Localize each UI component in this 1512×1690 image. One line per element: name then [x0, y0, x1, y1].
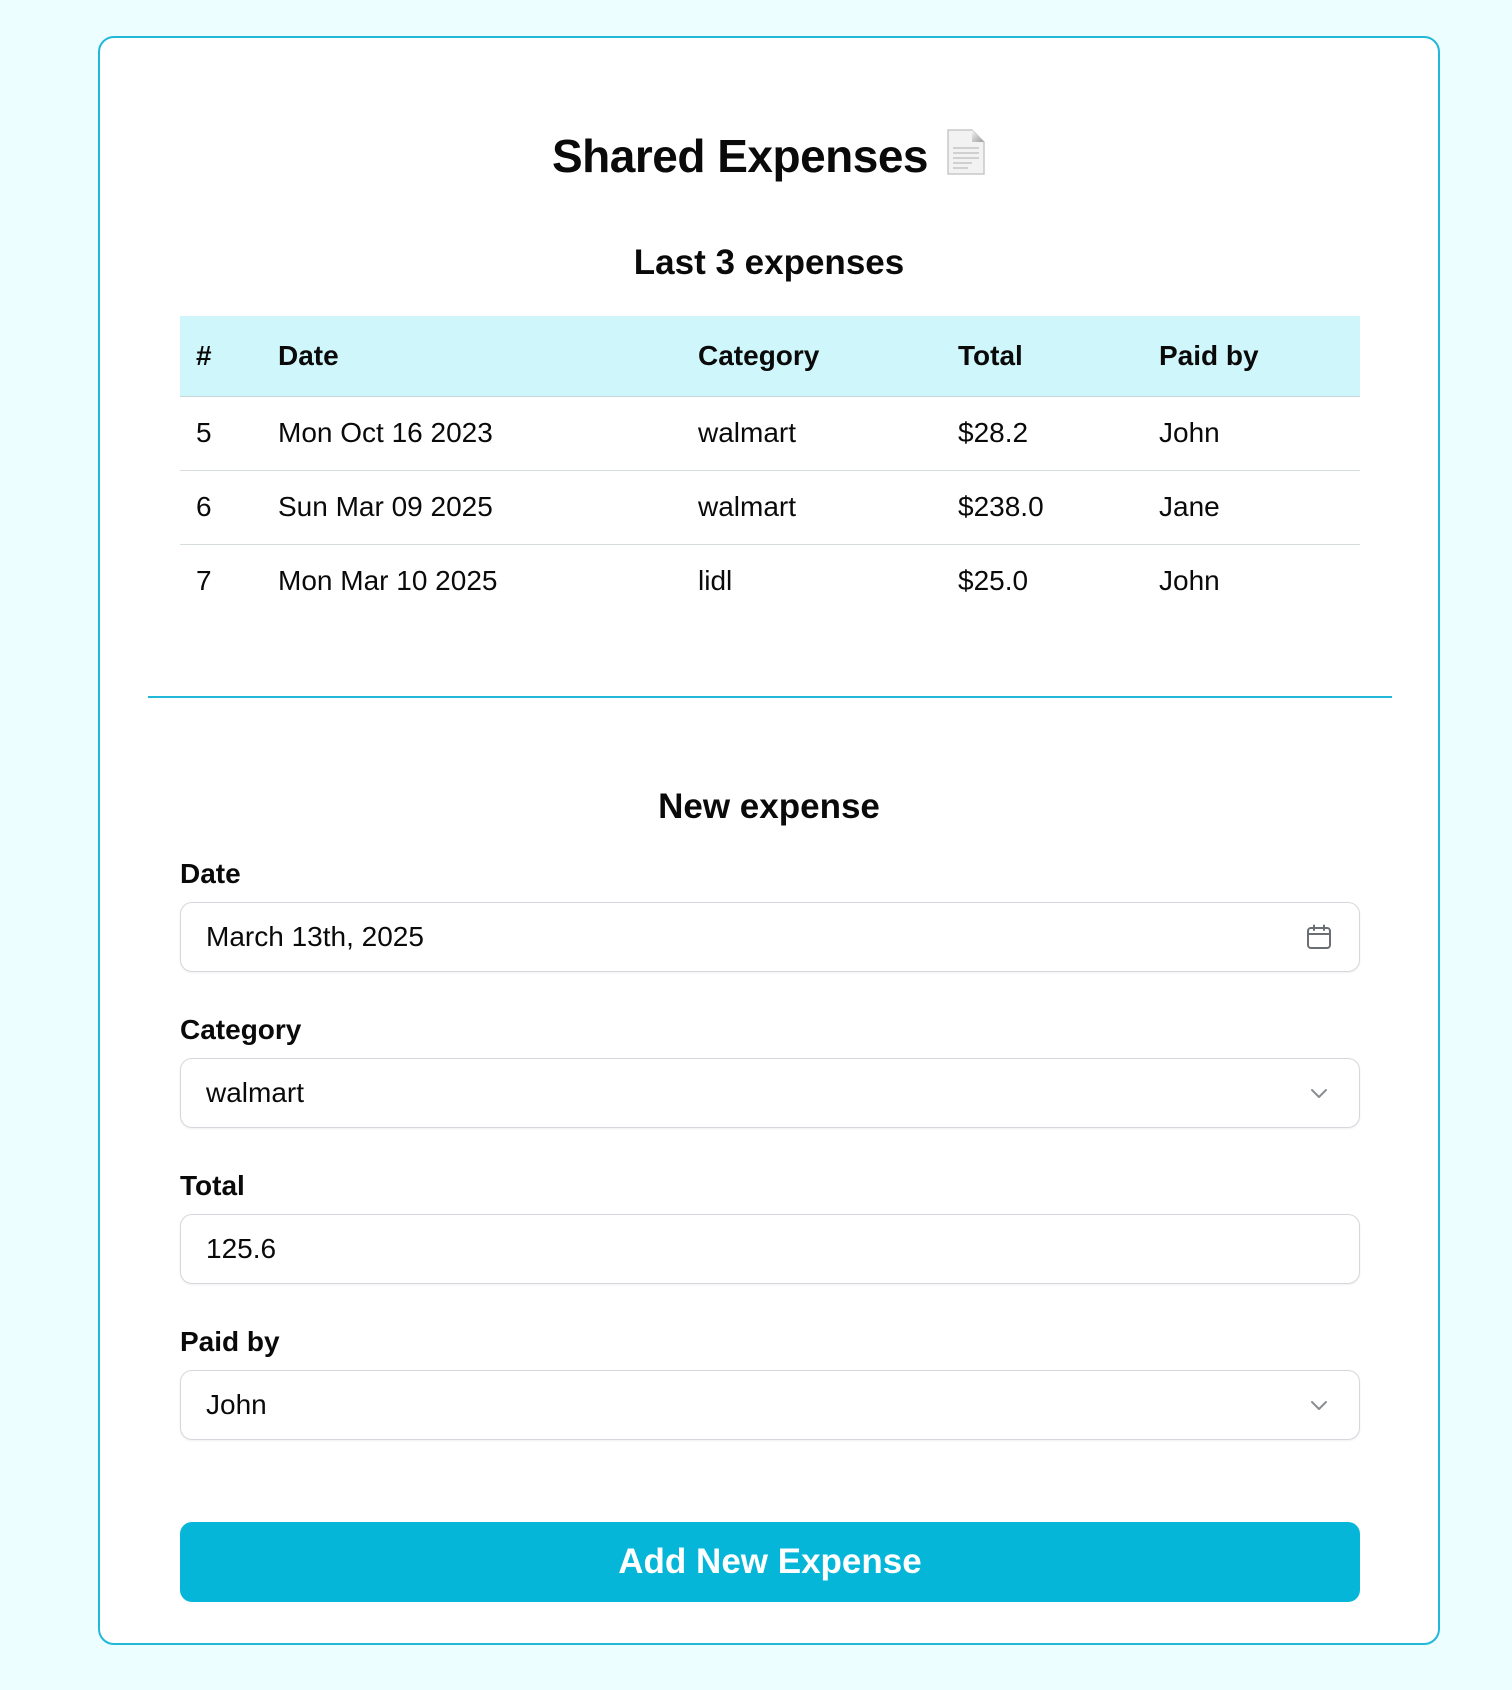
column-header-total: Total — [942, 316, 1143, 397]
cell-total: $25.0 — [958, 565, 1029, 597]
date-label: Date — [180, 858, 241, 889]
cell-number: 6 — [180, 470, 262, 545]
cell-total: $28.2 — [942, 396, 1143, 471]
cell-total: $238.0 — [942, 470, 1143, 545]
total-input[interactable]: 125.6 — [180, 1214, 1360, 1284]
cell-paid-by: Jane — [1143, 470, 1360, 545]
paid-by-value: John — [206, 1389, 267, 1420]
cell-date: Mon Mar 10 2025 — [278, 565, 498, 597]
paid-by-select[interactable]: John — [180, 1370, 1360, 1440]
calendar-icon[interactable] — [1305, 923, 1333, 951]
table-row: 7 Mon Mar 10 2025 lidl $25.0 John — [180, 544, 1360, 618]
total-value: 125.6 — [206, 1233, 277, 1264]
paid-by-label: Paid by — [180, 1326, 280, 1357]
section-divider — [148, 696, 1392, 698]
add-new-expense-button[interactable]: Add New Expense — [180, 1522, 1360, 1602]
column-header-category: Category — [682, 316, 942, 397]
column-header-date: Date — [262, 316, 682, 397]
table-header-row: # Date Category Total Paid by — [180, 316, 1360, 397]
column-header-number: # — [180, 316, 262, 397]
category-label: Category — [180, 1014, 302, 1045]
cell-paid-by: John — [1143, 396, 1360, 471]
total-label: Total — [180, 1170, 245, 1201]
page-title: Shared Expenses — [551, 130, 929, 182]
expenses-table: # Date Category Total Paid by 5 Mon Oct … — [180, 316, 1360, 618]
new-expense-heading: New expense — [658, 787, 880, 826]
column-header-paid-by: Paid by — [1143, 316, 1360, 397]
table-row: 6 Sun Mar 09 2025 walmart $238.0 Jane — [180, 470, 1360, 545]
category-select[interactable]: walmart — [180, 1058, 1360, 1128]
cell-date: Sun Mar 09 2025 — [262, 470, 682, 545]
date-value: March 13th, 2025 — [206, 921, 424, 952]
cell-paid-by: John — [1159, 565, 1220, 597]
document-icon — [946, 128, 986, 190]
cell-category: walmart — [682, 396, 942, 471]
cell-number: 7 — [196, 565, 212, 597]
page-title-row: Shared Expenses — [100, 126, 1438, 190]
cell-category: lidl — [698, 565, 733, 597]
chevron-down-icon — [1305, 1391, 1333, 1419]
category-value: walmart — [206, 1077, 305, 1108]
cell-category: walmart — [682, 470, 942, 545]
chevron-down-icon — [1305, 1079, 1333, 1107]
cell-date: Mon Oct 16 2023 — [262, 396, 682, 471]
cell-number: 5 — [180, 396, 262, 471]
date-picker-input[interactable]: March 13th, 2025 — [180, 902, 1360, 972]
last-expenses-heading: Last 3 expenses — [633, 243, 905, 282]
table-row: 5 Mon Oct 16 2023 walmart $28.2 John — [180, 396, 1360, 471]
expenses-card: Shared Expenses Last 3 expenses # Date C… — [98, 36, 1440, 1645]
